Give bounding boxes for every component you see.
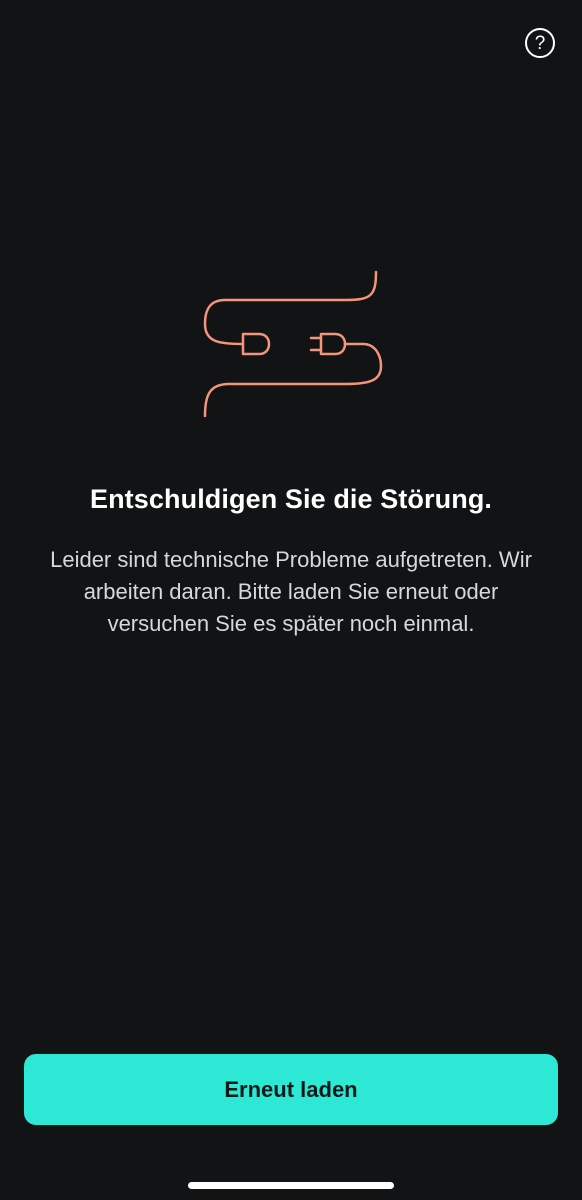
error-title: Entschuldigen Sie die Störung. — [89, 484, 493, 514]
reload-button[interactable]: Erneut laden — [24, 1054, 558, 1125]
unplugged-cable-icon — [203, 270, 383, 418]
error-message: Leider sind technische Probleme aufgetre… — [50, 547, 532, 636]
question-icon: ? — [534, 32, 546, 54]
help-button[interactable]: ? — [525, 28, 555, 58]
home-indicator — [188, 1182, 394, 1189]
reload-button-label: Erneut laden — [224, 1076, 358, 1102]
